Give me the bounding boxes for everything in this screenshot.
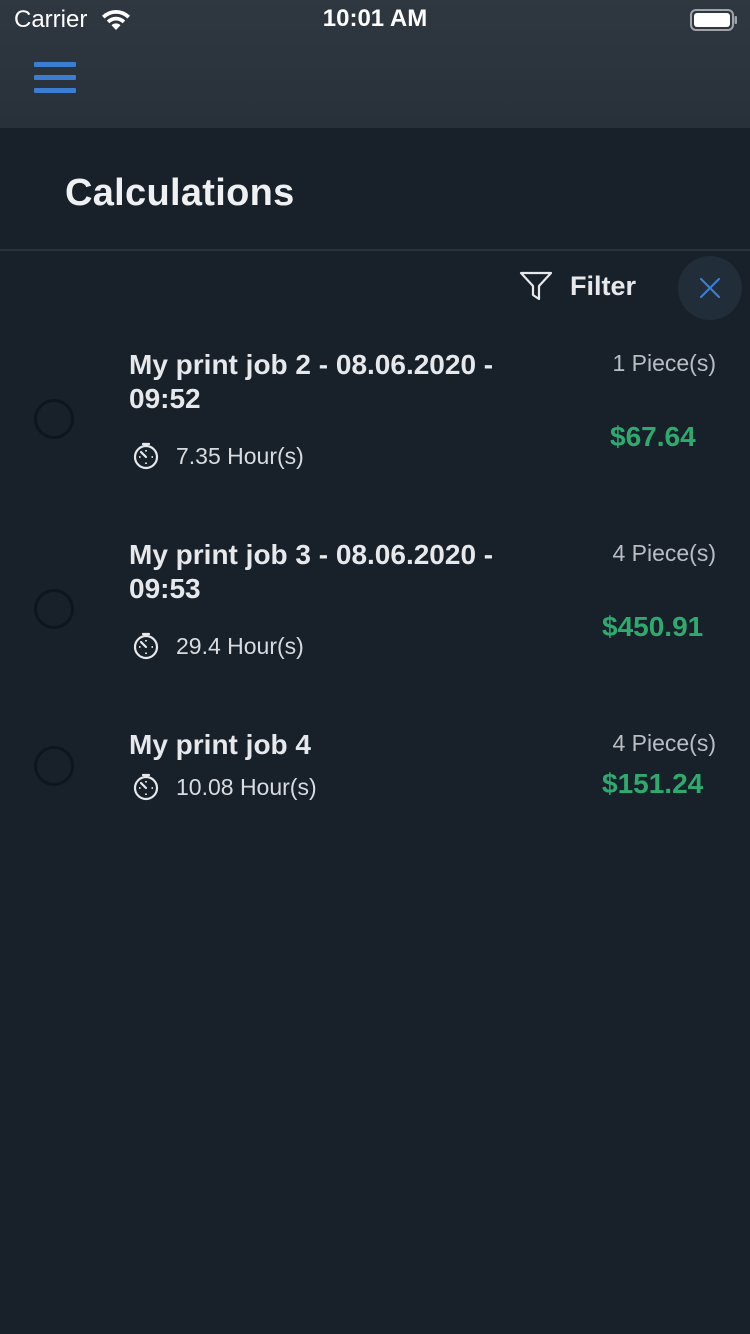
- item-duration: 29.4 Hour(s): [131, 629, 304, 663]
- funnel-icon: [519, 271, 553, 301]
- screen: Carrier 10:01 AM Calculations Filter My …: [0, 0, 750, 1334]
- item-price: $450.91: [602, 611, 704, 642]
- filter-button[interactable]: Filter: [518, 268, 636, 304]
- item-pieces: 1 Piece(s): [612, 350, 716, 376]
- duration-text: 10.08 Hour(s): [176, 773, 317, 800]
- filter-label: Filter: [570, 270, 637, 301]
- select-radio[interactable]: [34, 399, 74, 439]
- item-price: $67.64: [610, 421, 696, 452]
- navigation-bar: Carrier 10:01 AM: [0, 0, 750, 128]
- timer-icon: [133, 442, 159, 470]
- item-price: $151.24: [602, 768, 704, 799]
- select-radio[interactable]: [34, 589, 74, 629]
- timer-icon: [133, 773, 159, 801]
- menu-line-icon: [34, 75, 76, 80]
- battery-icon: [690, 9, 737, 31]
- item-pieces: 4 Piece(s): [612, 730, 716, 756]
- duration-text: 29.4 Hour(s): [176, 632, 304, 659]
- duration-text: 7.35 Hour(s): [176, 442, 304, 469]
- item-title: My print job 2 - 08.06.2020 - 09:52: [129, 349, 494, 414]
- clock: 10:01 AM: [322, 5, 428, 32]
- divider: [0, 249, 750, 251]
- item-title: My print job 4: [129, 729, 311, 760]
- item-pieces: 4 Piece(s): [612, 540, 716, 566]
- timer-icon: [133, 632, 159, 660]
- select-radio[interactable]: [34, 746, 74, 786]
- item-duration: 10.08 Hour(s): [131, 770, 317, 804]
- page-title: Calculations: [65, 172, 295, 214]
- menu-line-icon: [34, 88, 76, 93]
- item-duration: 7.35 Hour(s): [131, 439, 304, 473]
- item-title: My print job 3 - 08.06.2020 - 09:53: [129, 539, 494, 604]
- status-bar: Carrier 10:01 AM: [0, 0, 750, 40]
- clear-filter-button[interactable]: [678, 256, 742, 320]
- hamburger-menu-icon[interactable]: [34, 62, 76, 96]
- menu-line-icon: [34, 62, 76, 67]
- close-icon: [699, 277, 721, 299]
